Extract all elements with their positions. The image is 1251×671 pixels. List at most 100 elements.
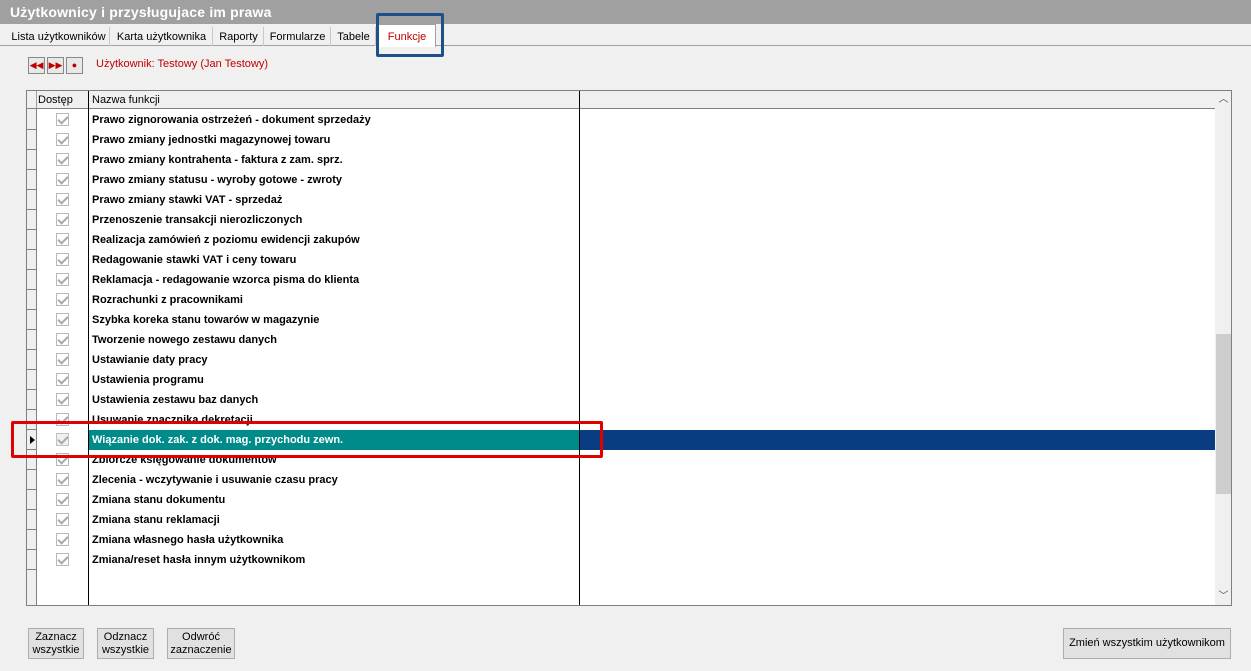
table-row[interactable]: Zmiana własnego hasła użytkownika [27, 530, 1215, 550]
selected-extra-cell [580, 430, 1215, 450]
function-name: Zmiana stanu dokumentu [92, 494, 226, 506]
table-row[interactable]: Realizacja zamówień z poziomu ewidencji … [27, 230, 1215, 250]
access-checkbox[interactable] [56, 493, 69, 506]
window-titlebar: Użytkownicy i przysługujace im prawa [0, 0, 1251, 24]
column-separator [579, 91, 580, 605]
access-checkbox[interactable] [56, 353, 69, 366]
function-name: Zmiana/reset hasła innym użytkownikom [92, 554, 306, 566]
row-indicator[interactable] [27, 130, 37, 150]
deselect-all-line1: Odznacz [103, 631, 148, 643]
row-indicator[interactable] [27, 150, 37, 170]
row-indicator[interactable] [27, 110, 37, 130]
tab-user-list[interactable]: Lista użytkowników [8, 27, 110, 46]
access-checkbox[interactable] [56, 153, 69, 166]
scroll-down-icon[interactable]: ﹀ [1215, 588, 1231, 605]
row-indicator[interactable] [27, 270, 37, 290]
access-checkbox[interactable] [56, 213, 69, 226]
function-name: Prawo zmiany statusu - wyroby gotowe - z… [92, 174, 342, 186]
row-indicator[interactable] [27, 210, 37, 230]
row-indicator[interactable] [27, 470, 37, 490]
scrollbar-thumb[interactable] [1216, 334, 1231, 494]
table-row[interactable]: Redagowanie stawki VAT i ceny towaru [27, 250, 1215, 270]
table-row[interactable]: Ustawienia zestawu baz danych [27, 390, 1215, 410]
header-function-name[interactable]: Nazwa funkcji [89, 91, 580, 108]
access-checkbox[interactable] [56, 173, 69, 186]
vertical-scrollbar[interactable]: ︿ ﹀ [1215, 91, 1231, 605]
function-name: Ustawienia programu [92, 374, 204, 386]
row-indicator[interactable] [27, 550, 37, 570]
access-checkbox[interactable] [56, 133, 69, 146]
table-row[interactable]: Przenoszenie transakcji nierozliczonych [27, 210, 1215, 230]
deselect-all-button[interactable]: Odznacz wszystkie [97, 628, 154, 659]
change-all-users-button[interactable]: Zmień wszystkim użytkownikom [1063, 628, 1231, 659]
access-checkbox[interactable] [56, 513, 69, 526]
tab-bar: Lista użytkowników Karta użytkownika Rap… [0, 24, 1251, 47]
access-checkbox[interactable] [56, 113, 69, 126]
tab-forms[interactable]: Formularze [265, 27, 331, 46]
row-indicator[interactable] [27, 490, 37, 510]
table-row[interactable]: Prawo zignorowania ostrzeżeń - dokument … [27, 110, 1215, 130]
function-name: Prawo zmiany jednostki magazynowej towar… [92, 134, 331, 146]
row-indicator[interactable] [27, 530, 37, 550]
row-indicator[interactable] [27, 370, 37, 390]
function-name: Zlecenia - wczytywanie i usuwanie czasu … [92, 474, 338, 486]
function-name: Realizacja zamówień z poziomu ewidencji … [92, 234, 360, 246]
select-all-button[interactable]: Zaznacz wszystkie [28, 628, 84, 659]
table-row[interactable]: Ustawienia programu [27, 370, 1215, 390]
table-row[interactable]: Szybka koreka stanu towarów w magazynie [27, 310, 1215, 330]
table-row[interactable]: Zmiana stanu dokumentu [27, 490, 1215, 510]
row-indicator[interactable] [27, 170, 37, 190]
function-name: Szybka koreka stanu towarów w magazynie [92, 314, 320, 326]
table-row[interactable]: Ustawianie daty pracy [27, 350, 1215, 370]
row-indicator[interactable] [27, 330, 37, 350]
access-checkbox[interactable] [56, 533, 69, 546]
tab-user-card[interactable]: Karta użytkownika [111, 27, 213, 46]
fast-forward-icon[interactable]: ▶▶ [47, 57, 64, 74]
access-checkbox[interactable] [56, 293, 69, 306]
access-checkbox[interactable] [56, 273, 69, 286]
table-row[interactable]: Prawo zmiany kontrahenta - faktura z zam… [27, 150, 1215, 170]
tab-tables[interactable]: Tabele [332, 27, 376, 46]
invert-selection-button[interactable]: Odwróć zaznaczenie [167, 628, 235, 659]
header-access[interactable]: Dostęp [37, 91, 89, 108]
rewind-icon[interactable]: ◀◀ [28, 57, 45, 74]
row-indicator[interactable] [27, 190, 37, 210]
row-indicator[interactable] [27, 290, 37, 310]
table-row[interactable]: Zmiana/reset hasła innym użytkownikom [27, 550, 1215, 570]
access-checkbox[interactable] [56, 193, 69, 206]
row-indicator[interactable] [27, 390, 37, 410]
access-checkbox[interactable] [56, 233, 69, 246]
row-indicator[interactable] [27, 350, 37, 370]
table-row[interactable]: Tworzenie nowego zestawu danych [27, 330, 1215, 350]
access-checkbox[interactable] [56, 393, 69, 406]
table-row[interactable]: Prawo zmiany statusu - wyroby gotowe - z… [27, 170, 1215, 190]
current-user-label: Użytkownik: Testowy (Jan Testowy) [96, 58, 268, 70]
access-checkbox[interactable] [56, 373, 69, 386]
table-row[interactable]: Zmiana stanu reklamacji [27, 510, 1215, 530]
row-indicator[interactable] [27, 510, 37, 530]
function-name: Ustawienia zestawu baz danych [92, 394, 259, 406]
table-row[interactable]: Prawo zmiany jednostki magazynowej towar… [27, 130, 1215, 150]
row-indicator[interactable] [27, 310, 37, 330]
table-row[interactable]: Zlecenia - wczytywanie i usuwanie czasu … [27, 470, 1215, 490]
access-checkbox[interactable] [56, 473, 69, 486]
row-indicator[interactable] [27, 230, 37, 250]
functions-grid[interactable]: Dostęp Nazwa funkcji Prawo zignorowania … [26, 90, 1232, 606]
table-row[interactable]: Rozrachunki z pracownikami [27, 290, 1215, 310]
function-name: Przenoszenie transakcji nierozliczonych [92, 214, 303, 226]
access-checkbox[interactable] [56, 553, 69, 566]
function-name: Reklamacja - redagowanie wzorca pisma do… [92, 274, 360, 286]
table-row[interactable]: Prawo zmiany stawki VAT - sprzedaż [27, 190, 1215, 210]
access-checkbox[interactable] [56, 333, 69, 346]
column-separator [88, 91, 89, 605]
grid-header: Dostęp Nazwa funkcji [27, 91, 1215, 109]
scroll-up-icon[interactable]: ︿ [1215, 91, 1231, 108]
table-row[interactable]: Reklamacja - redagowanie wzorca pisma do… [27, 270, 1215, 290]
function-name: Zmiana stanu reklamacji [92, 514, 220, 526]
tab-reports[interactable]: Raporty [214, 27, 264, 46]
access-checkbox[interactable] [56, 253, 69, 266]
record-icon[interactable]: ● [66, 57, 83, 74]
row-indicator[interactable] [27, 250, 37, 270]
access-checkbox[interactable] [56, 313, 69, 326]
function-name: Prawo zmiany kontrahenta - faktura z zam… [92, 154, 343, 166]
